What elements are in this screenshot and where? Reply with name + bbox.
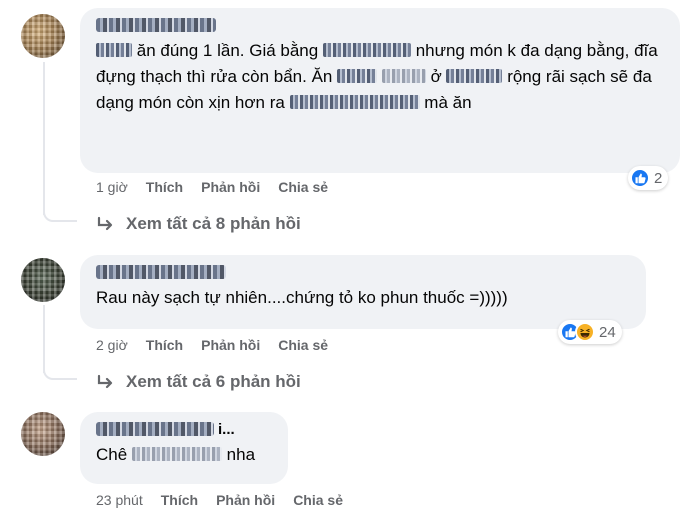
comment-actions: 2 giờ Thích Phản hồi Chia sẻ (96, 337, 328, 353)
like-button[interactable]: Thích (146, 179, 183, 195)
comment-actions: 1 giờ Thích Phản hồi Chia sẻ (96, 179, 328, 195)
share-button[interactable]: Chia sẻ (293, 492, 343, 508)
author-name[interactable]: i... (96, 420, 274, 438)
comment-text-part: ở (430, 67, 442, 86)
view-replies-label: Xem tất cả 6 phản hồi (126, 372, 301, 391)
reply-button[interactable]: Phản hồi (216, 492, 275, 508)
comment-text: Chê nha (96, 442, 274, 468)
view-replies-button[interactable]: Xem tất cả 8 phản hồi (96, 214, 301, 234)
comment-text: Rau này sạch tự nhiên....chứng tỏ ko phu… (96, 288, 508, 307)
comment-timestamp[interactable]: 23 phút (96, 492, 143, 508)
reply-button[interactable]: Phản hồi (201, 337, 260, 353)
comment-bubble: ăn đúng 1 lần. Giá bằng nhưng món k đa d… (80, 8, 680, 173)
author-name[interactable] (96, 263, 632, 281)
avatar[interactable] (21, 14, 65, 58)
comment-text-part: mà ăn (424, 93, 472, 112)
view-replies-button[interactable]: Xem tất cả 6 phản hồi (96, 372, 301, 392)
comment-text-part: ăn đúng 1 lần. Giá bằng (136, 41, 319, 60)
comment-text-part: Chê (96, 445, 128, 464)
comment-text: ăn đúng 1 lần. Giá bằng nhưng món k đa d… (96, 38, 666, 116)
comment-bubble: Rau này sạch tự nhiên....chứng tỏ ko phu… (80, 255, 646, 329)
thread-line (43, 62, 45, 215)
comment-actions: 23 phút Thích Phản hồi Chia sẻ (96, 492, 343, 508)
avatar[interactable] (21, 258, 65, 302)
reaction-count: 2 (654, 169, 663, 187)
thread-line (43, 305, 45, 373)
reply-arrow-icon (97, 216, 113, 231)
share-button[interactable]: Chia sẻ (278, 337, 328, 353)
comment-thread: ăn đúng 1 lần. Giá bằng nhưng món k đa d… (0, 0, 680, 525)
like-icon (630, 168, 650, 188)
thread-connector (43, 208, 77, 222)
like-button[interactable]: Thích (146, 337, 183, 353)
haha-icon (575, 322, 595, 342)
share-button[interactable]: Chia sẻ (278, 179, 328, 195)
reaction-count: 24 (599, 323, 616, 341)
thread-connector (43, 366, 77, 380)
reaction-summary[interactable]: 2 (628, 166, 669, 190)
reaction-summary[interactable]: 24 (558, 320, 622, 344)
view-replies-label: Xem tất cả 8 phản hồi (126, 214, 301, 233)
like-button[interactable]: Thích (161, 492, 198, 508)
reply-button[interactable]: Phản hồi (201, 179, 260, 195)
comment-timestamp[interactable]: 2 giờ (96, 337, 128, 353)
comment-text-part: nha (226, 445, 256, 464)
author-name[interactable] (96, 16, 666, 34)
avatar[interactable] (21, 412, 65, 456)
reply-arrow-icon (97, 374, 113, 389)
comment-bubble: i... Chê nha (80, 412, 288, 484)
author-name-suffix: i... (218, 420, 235, 438)
comment-timestamp[interactable]: 1 giờ (96, 179, 128, 195)
